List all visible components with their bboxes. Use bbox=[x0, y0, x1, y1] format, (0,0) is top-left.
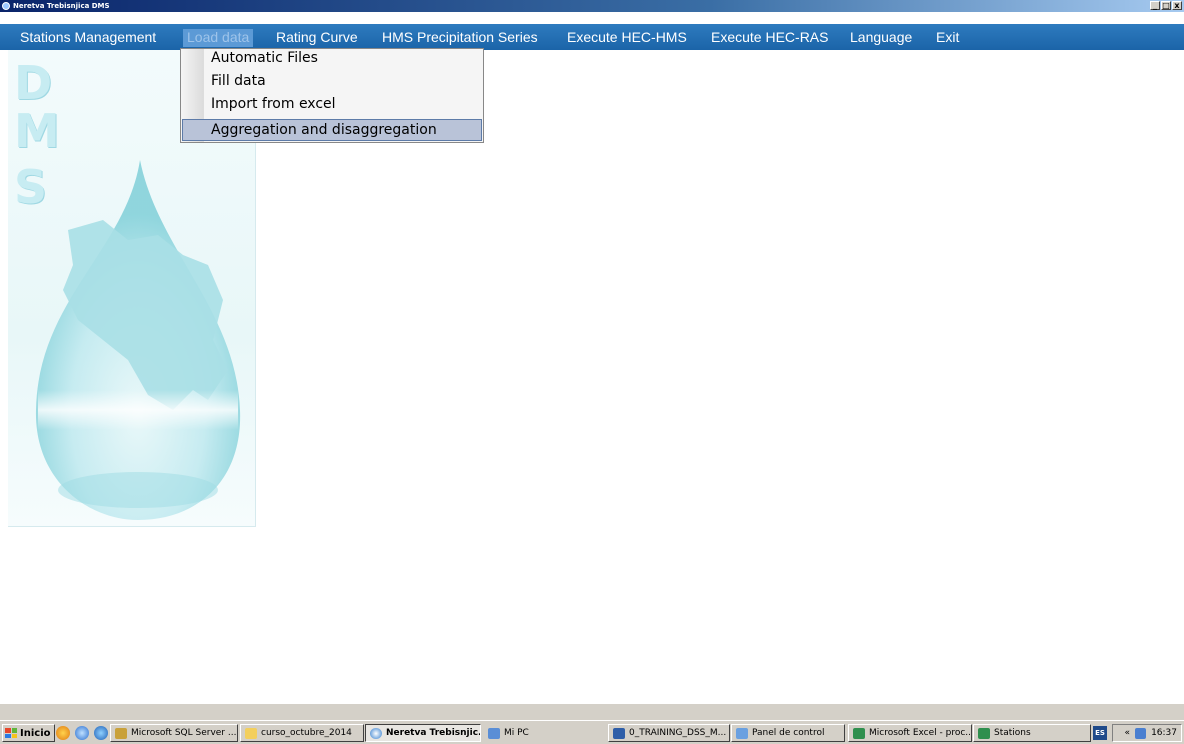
load-data-dropdown: Automatic Files Fill data Import from ex… bbox=[180, 48, 484, 143]
menu-item-import-from-excel[interactable]: Import from excel bbox=[182, 96, 482, 118]
task-label: Microsoft SQL Server ... bbox=[131, 728, 237, 738]
status-bar bbox=[0, 703, 1184, 720]
language-indicator[interactable]: ES bbox=[1093, 726, 1107, 740]
logo-letter-m: M bbox=[14, 104, 60, 158]
app-icon bbox=[2, 2, 10, 10]
menu-rating-curve[interactable]: Rating Curve bbox=[272, 29, 362, 47]
control-panel-icon bbox=[736, 727, 748, 739]
title-bar: Neretva Trebisnjica DMS _ □ x bbox=[0, 0, 1184, 12]
task-label: 0_TRAINING_DSS_M... bbox=[629, 728, 727, 738]
taskbar: Inicio Microsoft SQL Server ... curso_oc… bbox=[0, 720, 1184, 744]
task-label: Stations bbox=[994, 728, 1031, 738]
excel-icon bbox=[853, 727, 865, 739]
task-label: Panel de control bbox=[752, 728, 825, 738]
menu-item-fill-data[interactable]: Fill data bbox=[182, 73, 482, 95]
windows-logo-icon bbox=[5, 728, 17, 738]
task-label: Microsoft Excel - proc... bbox=[869, 728, 972, 738]
internet-explorer-icon[interactable] bbox=[94, 726, 108, 740]
excel-icon bbox=[978, 727, 990, 739]
folder-icon bbox=[245, 727, 257, 739]
task-label: Neretva Trebisnjic... bbox=[386, 728, 481, 738]
close-button[interactable]: x bbox=[1172, 1, 1182, 10]
logo-letter-d: D bbox=[14, 56, 53, 110]
system-tray: « 16:37 bbox=[1112, 724, 1182, 742]
task-mi-pc[interactable]: Mi PC bbox=[483, 724, 605, 742]
app-icon bbox=[370, 727, 382, 739]
logo-letter-s: S bbox=[14, 160, 48, 214]
menu-load-data[interactable]: Load data bbox=[183, 29, 254, 47]
window-controls: _ □ x bbox=[1150, 1, 1182, 10]
clock: 16:37 bbox=[1151, 728, 1177, 738]
menu-hms-precipitation-series[interactable]: HMS Precipitation Series bbox=[378, 29, 542, 47]
menu-exit[interactable]: Exit bbox=[932, 29, 963, 47]
menu-language[interactable]: Language bbox=[846, 29, 916, 47]
network-icon[interactable] bbox=[1135, 727, 1147, 739]
window-title: Neretva Trebisnjica DMS bbox=[13, 2, 110, 10]
computer-icon bbox=[488, 727, 500, 739]
task-curso-folder[interactable]: curso_octubre_2014 bbox=[240, 724, 364, 742]
task-excel[interactable]: Microsoft Excel - proc... bbox=[848, 724, 972, 742]
task-neretva-dms[interactable]: Neretva Trebisnjic... bbox=[365, 724, 481, 742]
menu-stations-management[interactable]: Stations Management bbox=[16, 29, 160, 47]
task-stations[interactable]: Stations bbox=[973, 724, 1091, 742]
menu-execute-hec-hms[interactable]: Execute HEC-HMS bbox=[563, 29, 691, 47]
task-label: Mi PC bbox=[504, 728, 529, 738]
start-label: Inicio bbox=[20, 727, 51, 739]
sql-server-icon bbox=[115, 727, 127, 739]
menu-item-aggregation-disaggregation[interactable]: Aggregation and disaggregation bbox=[182, 119, 482, 141]
task-sql-server[interactable]: Microsoft SQL Server ... bbox=[110, 724, 238, 742]
word-document-icon bbox=[613, 727, 625, 739]
menu-item-automatic-files[interactable]: Automatic Files bbox=[182, 50, 482, 72]
minimize-button[interactable]: _ bbox=[1150, 1, 1160, 10]
menu-execute-hec-ras[interactable]: Execute HEC-RAS bbox=[707, 29, 832, 47]
firefox-icon[interactable] bbox=[56, 726, 70, 740]
desktop-icon[interactable] bbox=[75, 726, 89, 740]
tray-expand-chevron[interactable]: « bbox=[1125, 728, 1131, 738]
start-button[interactable]: Inicio bbox=[2, 724, 55, 742]
task-training-dss[interactable]: 0_TRAINING_DSS_M... bbox=[608, 724, 730, 742]
task-panel-control[interactable]: Panel de control bbox=[731, 724, 845, 742]
task-label: curso_octubre_2014 bbox=[261, 728, 352, 738]
maximize-button[interactable]: □ bbox=[1161, 1, 1171, 10]
